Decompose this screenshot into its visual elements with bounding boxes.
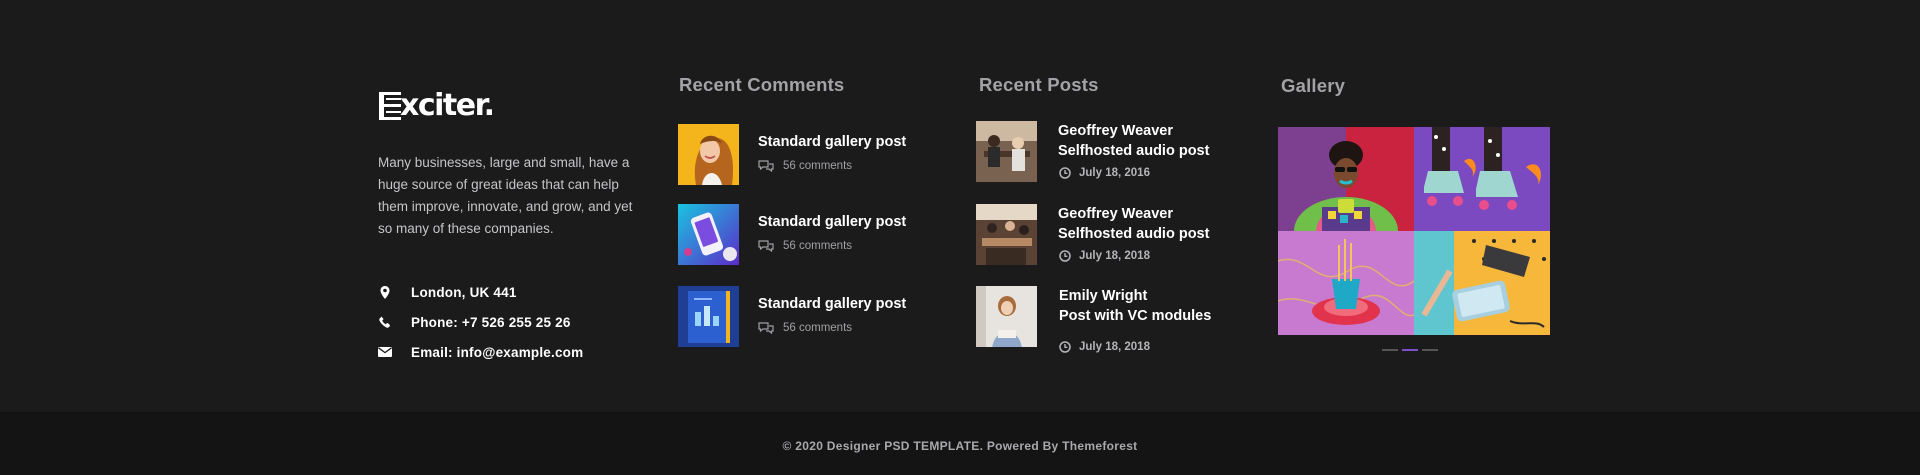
post-item[interactable]: Geoffrey Weaver Selfhosted audio post Ju… <box>976 121 1236 187</box>
gallery-image[interactable] <box>1414 231 1550 335</box>
phone-icon <box>376 314 394 330</box>
post-date: July 18, 2016 <box>1079 167 1150 179</box>
comment-post-title[interactable]: Standard gallery post <box>758 134 906 150</box>
gallery-dot[interactable] <box>1422 349 1438 351</box>
post-title: Post with VC modules <box>1059 308 1212 324</box>
contact-address-text: London, UK 441 <box>411 284 517 300</box>
logo-e-mark-icon <box>379 92 401 120</box>
post-author: Geoffrey Weaver <box>1058 206 1173 222</box>
contact-phone-text: Phone: +7 526 255 25 26 <box>411 314 571 330</box>
comment-thumbnail <box>678 286 739 347</box>
comment-count: 56 comments <box>783 322 853 334</box>
contact-email-text: Email: info@example.com <box>411 344 584 360</box>
brand-dot: . <box>483 88 495 123</box>
comments-icon <box>758 322 774 334</box>
footer-bottom-bar: © 2020 Designer PSD TEMPLATE. Powered By… <box>0 412 1920 475</box>
gallery-image[interactable] <box>1414 127 1550 231</box>
post-date: July 18, 2018 <box>1079 250 1150 262</box>
post-thumbnail <box>976 286 1037 347</box>
footer-main: xciter. Many businesses, large and small… <box>0 0 1920 412</box>
clock-icon <box>1059 341 1071 353</box>
gallery-dot-active[interactable] <box>1402 349 1418 351</box>
contact-list: London, UK 441 Phone: +7 526 255 25 26 E… <box>376 277 583 367</box>
comment-item[interactable]: Standard gallery post 56 comments <box>678 286 938 348</box>
copyright-text: © 2020 Designer PSD TEMPLATE. Powered By… <box>782 439 1138 453</box>
post-author: Emily Wright <box>1059 288 1148 304</box>
post-date: July 18, 2018 <box>1079 341 1150 353</box>
brand-logo[interactable]: xciter. <box>379 91 495 121</box>
post-title: Selfhosted audio post <box>1058 226 1210 242</box>
gallery-heading: Gallery <box>1281 75 1346 96</box>
post-item[interactable]: Emily Wright Post with VC modules July 1… <box>976 286 1236 353</box>
contact-phone[interactable]: Phone: +7 526 255 25 26 <box>376 307 583 337</box>
comment-count: 56 comments <box>783 240 853 252</box>
comment-post-title[interactable]: Standard gallery post <box>758 296 906 312</box>
comment-post-title[interactable]: Standard gallery post <box>758 214 906 230</box>
about-text: Many businesses, large and small, have a… <box>378 155 633 236</box>
post-author: Geoffrey Weaver <box>1058 123 1173 139</box>
comments-icon <box>758 160 774 172</box>
gallery-pagination <box>1382 349 1438 351</box>
gallery-image[interactable] <box>1278 127 1414 231</box>
contact-email[interactable]: Email: info@example.com <box>376 337 583 367</box>
comment-item[interactable]: Standard gallery post 56 comments <box>678 204 938 266</box>
envelope-icon <box>376 344 394 360</box>
recent-posts-heading: Recent Posts <box>979 74 1099 95</box>
post-thumbnail <box>976 121 1037 182</box>
comment-thumbnail <box>678 124 739 185</box>
clock-icon <box>1059 250 1071 262</box>
post-item[interactable]: Geoffrey Weaver Selfhosted audio post Ju… <box>976 204 1236 270</box>
comment-count: 56 comments <box>783 160 853 172</box>
map-pin-icon <box>376 284 394 300</box>
gallery-grid <box>1278 127 1550 335</box>
comment-thumbnail <box>678 204 739 265</box>
clock-icon <box>1059 167 1071 179</box>
gallery-dot[interactable] <box>1382 349 1398 351</box>
gallery-image[interactable] <box>1278 231 1414 335</box>
comments-icon <box>758 240 774 252</box>
post-thumbnail <box>976 204 1037 265</box>
post-title: Selfhosted audio post <box>1058 143 1210 159</box>
comment-item[interactable]: Standard gallery post 56 comments <box>678 124 938 186</box>
contact-address: London, UK 441 <box>376 277 583 307</box>
brand-name: xciter <box>400 88 485 123</box>
recent-comments-heading: Recent Comments <box>679 74 845 95</box>
